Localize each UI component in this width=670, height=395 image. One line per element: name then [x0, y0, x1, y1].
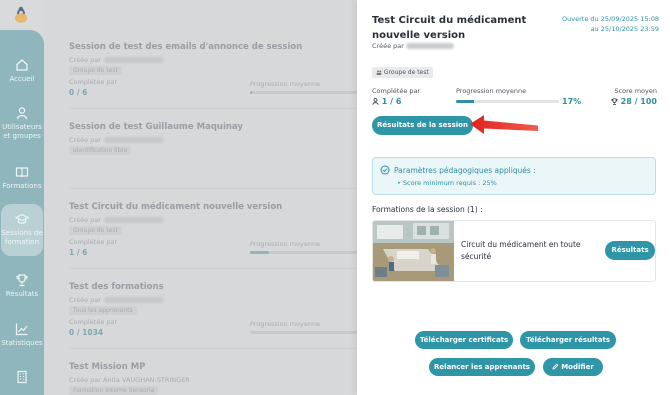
group-icon	[376, 70, 382, 75]
graduation-cap-icon	[15, 213, 29, 224]
sidebar-item-label: Résultats	[5, 290, 39, 298]
session-dates: Ouverte du 25/09/2025 15:08 au 25/10/202…	[562, 14, 659, 34]
group-tag: Identification libre	[69, 146, 132, 155]
divider	[69, 108, 360, 109]
sidebar-item-users[interactable]: Utilisateurs et groupes	[0, 106, 44, 141]
edit-button[interactable]: Modifier	[543, 358, 603, 376]
completed-label: Complétée par	[372, 87, 421, 95]
progress-bar	[456, 100, 559, 103]
progress-bar	[250, 331, 360, 334]
user-icon	[16, 107, 28, 120]
sidebar-item-label: Formations	[2, 182, 42, 190]
sidebar-item-courses[interactable]: Formations	[0, 165, 44, 191]
sidebar-item-label: Utilisateurs et groupes	[2, 123, 42, 140]
progress-label: Progression moyenne	[250, 80, 321, 88]
pencil-icon	[552, 363, 559, 370]
session-creator: Créée par	[69, 216, 164, 224]
progress-bar	[250, 251, 360, 254]
completed-value: 0 / 1034	[69, 328, 104, 337]
params-title: Paramètres pédagogiques appliqués :	[394, 166, 536, 175]
completed-value: 1 / 6	[69, 248, 88, 257]
until-date: au 25/10/2025 23:59	[590, 25, 659, 33]
progress-label: Progression moyenne	[456, 87, 527, 95]
score-label: Score moyen	[614, 87, 657, 95]
opened-date: Ouverte du 25/09/2025 15:08	[562, 15, 659, 23]
progress-bar	[250, 91, 360, 94]
session-creator: Créée par	[69, 136, 164, 144]
session-title: Test Circuit du médicament nouvelle vers…	[69, 202, 283, 212]
progress-label: Progression moyenne	[250, 320, 321, 328]
group-tag: Tous les apprenants	[69, 306, 137, 315]
session-title: Test Mission MP	[69, 362, 146, 372]
session-creator: Créée par	[69, 296, 164, 304]
session-list: Session de test des emails d'annonce de …	[44, 0, 360, 395]
progress-label: Progression moyenne	[250, 240, 321, 248]
sidebar-nav: Accueil Utilisateurs et groupes Formatio…	[0, 30, 44, 395]
sidebar-item-statistics[interactable]: Statistiques	[0, 322, 44, 348]
sidebar-item-organization[interactable]	[0, 370, 44, 387]
user-icon	[372, 98, 379, 105]
divider	[69, 268, 360, 269]
session-title: Test des formations	[69, 282, 164, 292]
course-thumbnail-image	[373, 221, 454, 281]
courses-section-title: Formations de la session (1) :	[372, 205, 483, 214]
book-icon	[15, 167, 29, 178]
completed-value: 0 / 6	[69, 88, 88, 97]
building-icon	[17, 370, 27, 384]
annotation-arrow-icon	[470, 115, 538, 134]
course-card: Circuit du médicament en toute sécurité …	[372, 220, 656, 282]
session-title: Session de test Guillaume Maquinay	[69, 122, 243, 132]
edit-label: Modifier	[561, 363, 594, 371]
group-tag: Formation Interne Sensoria	[69, 386, 159, 395]
download-results-button[interactable]: Télécharger résultats	[520, 331, 616, 349]
trophy-icon	[611, 98, 618, 105]
trophy-icon	[16, 274, 28, 287]
chart-icon	[15, 323, 28, 336]
completed-label: Complétée par	[69, 238, 118, 246]
session-creator: Créée par Anita VAUGHAN-STRINGER	[69, 376, 190, 384]
divider	[69, 188, 360, 189]
remind-learners-button[interactable]: Relancer les apprenants	[429, 358, 535, 376]
completed-label: Complétée par	[69, 318, 118, 326]
sidebar-item-results[interactable]: Résultats	[0, 273, 44, 299]
group-tag-label: Groupe de test	[383, 69, 429, 76]
course-results-button[interactable]: Résultats	[605, 241, 655, 260]
course-thumbnail	[373, 221, 454, 281]
score-value: 28 / 100	[611, 97, 657, 106]
home-icon	[16, 59, 28, 71]
completed-label: Complétée par	[69, 78, 118, 86]
sidebar-item-sessions[interactable]: Sessions de formation	[0, 204, 44, 256]
group-tag: Groupe de test	[69, 226, 122, 235]
pedagogical-params-box: Paramètres pédagogiques appliqués : • Sc…	[372, 157, 656, 195]
panel-creator: Créée par	[372, 42, 454, 50]
sidebar-item-label: Accueil	[9, 75, 35, 83]
panel-title: Test Circuit du médicament nouvelle vers…	[372, 15, 527, 41]
app-logo-icon	[15, 6, 27, 23]
progress-value: 17%	[562, 97, 582, 106]
completed-value: 1 / 6	[372, 97, 401, 106]
download-certificates-button[interactable]: Télécharger certificats	[415, 331, 513, 349]
course-name: Circuit du médicament en toute sécurité	[461, 240, 581, 261]
group-tag: Groupe de test	[69, 66, 122, 75]
group-tag: Groupe de test	[372, 67, 433, 78]
sidebar-item-label: Sessions de formation	[1, 229, 43, 246]
sidebar-item-home[interactable]: Accueil	[0, 58, 44, 84]
settings-check-icon	[380, 165, 390, 175]
divider	[69, 348, 360, 349]
session-detail-panel: Test Circuit du médicament nouvelle vers…	[357, 0, 670, 395]
session-creator: Créée par	[69, 56, 164, 64]
sidebar: Accueil Utilisateurs et groupes Formatio…	[0, 0, 44, 395]
sidebar-item-label: Statistiques	[1, 339, 43, 347]
session-title: Session de test des emails d'annonce de …	[69, 42, 303, 52]
session-results-button[interactable]: Résultats de la session	[372, 116, 473, 135]
params-item: • Score minimum requis : 25%	[397, 179, 497, 187]
